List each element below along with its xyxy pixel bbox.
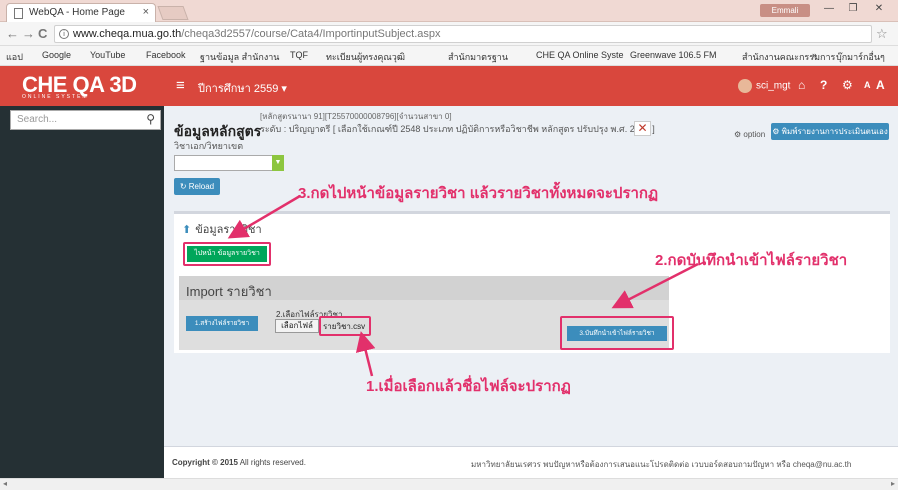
bookmark-item[interactable]: YouTube	[90, 50, 125, 60]
subject-box-title-text: ข้อมูลรายวิชา	[195, 224, 262, 236]
help-icon[interactable]: ?	[820, 78, 827, 92]
bookmark-item[interactable]: บุ๊กมาร์กอื่นๆ	[836, 50, 885, 64]
copyright: Copyright © 2015 All rights reserved.	[172, 458, 306, 467]
url-path: /cheqa3d2557/course/Cata4/ImportinputSub…	[181, 28, 441, 40]
page-icon	[14, 8, 23, 19]
new-tab-button[interactable]	[157, 6, 189, 20]
annotation-step2: 2.กดบันทึกนำเข้าไฟล์รายวิชา	[655, 252, 848, 269]
sidebar-search-input[interactable]: Search... ⚲	[10, 110, 161, 130]
scroll-right-icon[interactable]: ▸	[891, 479, 895, 488]
highlight-frame	[560, 316, 674, 350]
avatar	[738, 79, 752, 93]
tab-close-icon[interactable]: ×	[143, 6, 149, 18]
bookmark-item[interactable]: Google	[42, 50, 71, 60]
subject-box-title: ⬆ ข้อมูลรายวิชา	[182, 220, 262, 238]
reload-label: Reload	[188, 182, 215, 191]
chevron-down-icon: ▼	[272, 155, 284, 171]
copyright-bold: Copyright © 2015	[172, 458, 238, 467]
bookmark-item[interactable]: ฐานข้อมูล สำนักงาน	[200, 50, 279, 64]
browser-titlebar: WebQA - Home Page × Emmali — ❐ ✕	[0, 0, 898, 22]
browser-window: WebQA - Home Page × Emmali — ❐ ✕ ← → C i…	[0, 0, 898, 490]
import-panel: Import รายวิชา 1.สร้างไฟล์รายวิชา 2.เลือ…	[179, 276, 674, 350]
bookmark-item[interactable]: Greenwave 106.5 FM	[630, 50, 717, 60]
page-footer: Copyright © 2015 All rights reserved. มห…	[164, 446, 898, 478]
bookmark-item[interactable]: Facebook	[146, 50, 186, 60]
app-logo[interactable]: CHE QA 3D ONLINE SYSTEM	[22, 72, 137, 100]
search-icon[interactable]: ⚲	[146, 112, 155, 126]
annotation-step3: 3.กดไปหน้าข้อมูลรายวิชา แล้วรายวิชาทั้งห…	[298, 185, 659, 202]
search-placeholder: Search...	[17, 114, 58, 125]
bookmark-overflow[interactable]: »	[812, 50, 817, 60]
choose-file-button[interactable]: เลือกไฟล์	[275, 319, 319, 333]
user-menu[interactable]: sci_mgt	[738, 79, 790, 93]
print-report-button[interactable]: ⚙ พิมพ์รายงานการประเมินตนเอง	[771, 123, 889, 140]
academic-year-dropdown[interactable]: ปีการศึกษา 2559 ▾	[198, 79, 287, 97]
footer-contact-note: มหาวิทยาลัยนเรศวร พบปัญหาหรือต้องการเสนอ…	[471, 460, 852, 469]
back-icon[interactable]: ←	[6, 26, 19, 41]
highlight-frame	[319, 316, 371, 336]
copyright-rest: All rights reserved.	[237, 458, 306, 467]
bookmark-item[interactable]: CHE QA Online Syste	[536, 50, 624, 60]
username: sci_mgt	[756, 80, 791, 92]
option-link[interactable]: ⚙ option	[734, 130, 765, 139]
maximize-icon[interactable]: ❐	[842, 3, 864, 18]
settings-icon[interactable]: ⚙	[842, 78, 853, 92]
bookmark-item[interactable]: ทะเบียนผู้ทรงคุณวุฒิ	[326, 50, 405, 64]
url-bar[interactable]: i www.cheqa.mua.go.th/cheqa3d2557/course…	[54, 25, 872, 43]
print-report-label: พิมพ์รายงานการประเมินตนเอง	[781, 127, 888, 136]
font-decrease-icon[interactable]: A	[864, 80, 871, 90]
bookmark-item[interactable]: สำนักมาตรฐาน	[448, 50, 508, 64]
create-file-button[interactable]: 1.สร้างไฟล์รายวิชา	[186, 316, 258, 331]
major-select[interactable]: ▼	[174, 155, 284, 171]
highlight-frame	[183, 242, 271, 266]
option-label: option	[743, 130, 766, 139]
site-info-icon[interactable]: i	[59, 29, 69, 39]
subject-data-box: ⬆ ข้อมูลรายวิชา ไปหน้า ข้อมูลรายวิชา Impo…	[174, 211, 890, 353]
curriculum-level: ระดับ : ปริญญาตรี [ เลือกใช้เกณฑ์ปี 2548…	[260, 124, 655, 134]
bookmark-item[interactable]: สำนักงานคณะกรรมการ	[742, 50, 835, 64]
browser-tab[interactable]: WebQA - Home Page ×	[6, 3, 156, 22]
import-title: Import รายวิชา	[186, 284, 272, 299]
reload-icon[interactable]: C	[38, 26, 47, 41]
upload-icon: ⬆	[182, 224, 192, 236]
address-toolbar: ← → C i www.cheqa.mua.go.th/cheqa3d2557/…	[0, 22, 898, 46]
window-close-icon[interactable]: ✕	[866, 3, 892, 18]
reload-button[interactable]: ↻ Reload	[174, 178, 220, 195]
logo-subtext: ONLINE SYSTEM	[22, 94, 89, 100]
minimize-icon[interactable]: —	[818, 3, 840, 18]
remove-icon[interactable]: ✕	[634, 121, 651, 136]
home-icon[interactable]: ⌂	[798, 78, 805, 92]
menu-toggle-icon[interactable]: ≡	[176, 77, 185, 94]
annotation-step1: 1.เมื่อเลือกแล้วชื่อไฟล์จะปรากฏ	[366, 378, 571, 395]
profile-badge[interactable]: Emmali	[760, 4, 810, 17]
main-content: ข้อมูลหลักสูตร [หลักสูตรนานา 91][T255700…	[164, 106, 898, 478]
forward-icon[interactable]: →	[22, 26, 35, 41]
bookmarks-bar: แอป Google YouTube Facebook ฐานข้อมูล สำ…	[0, 46, 898, 66]
font-increase-icon[interactable]: A	[876, 78, 885, 92]
horizontal-scrollbar[interactable]: ◂ ▸	[0, 478, 898, 490]
url-host: www.cheqa.mua.go.th	[73, 28, 182, 40]
app-header: CHE QA 3D ONLINE SYSTEM ≡ ปีการศึกษา 255…	[0, 66, 898, 106]
tab-title: WebQA - Home Page	[29, 7, 125, 18]
bookmark-item[interactable]: แอป	[6, 50, 23, 64]
major-campus-label: วิชาเอก/วิทยาเขต	[174, 141, 244, 151]
scroll-left-icon[interactable]: ◂	[3, 479, 7, 488]
bookmark-star-icon[interactable]: ☆	[876, 26, 888, 42]
bookmark-item[interactable]: TQF	[290, 50, 308, 60]
sidebar: Search... ⚲	[0, 106, 164, 478]
